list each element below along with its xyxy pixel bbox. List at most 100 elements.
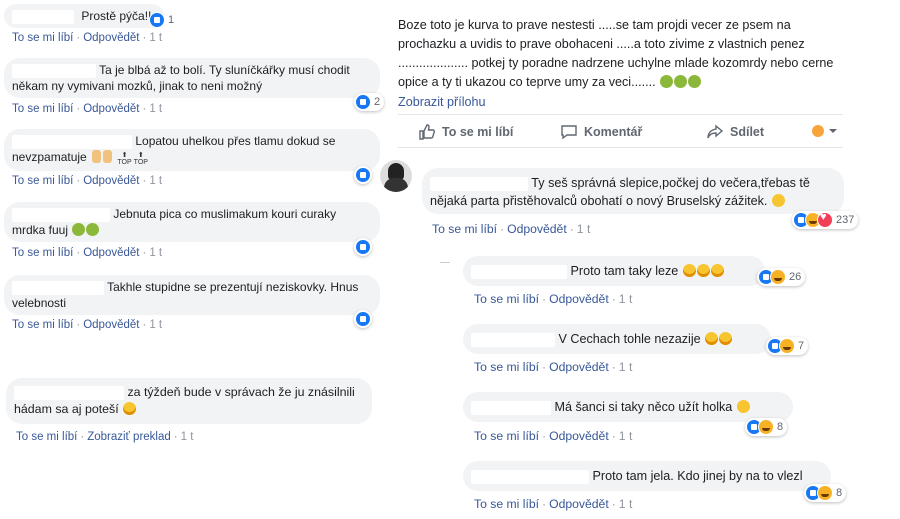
reaction-summary[interactable]: 8: [745, 418, 788, 436]
redacted-name: [430, 176, 528, 191]
reply-link[interactable]: Odpovědět: [83, 103, 139, 115]
like-link[interactable]: To se mi líbí: [12, 32, 73, 44]
timestamp[interactable]: 1 t: [619, 360, 633, 374]
laughing-emoji: [705, 332, 719, 345]
finger-emoji: [92, 150, 102, 163]
show-attachment-link[interactable]: Zobrazit přílohu: [398, 95, 486, 109]
redacted-name: [471, 469, 589, 484]
comment-text: Prostě pýča!!: [81, 9, 152, 23]
like-link[interactable]: To se mi líbí: [12, 175, 73, 187]
redacted-name: [12, 9, 74, 24]
reply-link[interactable]: Odpovědět: [83, 319, 139, 331]
like-icon: [149, 12, 165, 28]
haha-icon: [817, 485, 833, 501]
comment-actions: To se mi líbí · Odpovědět · 1 t: [12, 103, 163, 115]
share-button[interactable]: Sdílet: [706, 123, 764, 141]
like-link[interactable]: To se mi líbí: [474, 360, 539, 374]
comment-actions: To se mi líbí · Odpovědět · 1 t: [432, 222, 591, 236]
redacted-name: [471, 400, 551, 415]
like-link[interactable]: To se mi líbí: [16, 431, 77, 443]
comment-actions: To se mi líbí · Odpovědět · 1 t: [474, 292, 633, 306]
laughing-emoji: [719, 332, 733, 345]
reaction-summary[interactable]: [354, 166, 372, 184]
comment-bubble: Má šanci si taky něco užít holka: [463, 392, 793, 422]
timestamp[interactable]: 1 t: [619, 497, 633, 511]
comment-bubble: Prostě pýča!!: [4, 4, 164, 28]
timestamp[interactable]: 1 t: [149, 103, 162, 115]
comment-bubble: Ty seš správná slepice,počkej do večera,…: [422, 168, 844, 214]
comment-actions: To se mi líbí · Odpovědět · 1 t: [12, 32, 163, 44]
reaction-summary[interactable]: 1: [148, 11, 178, 29]
reaction-summary[interactable]: 237: [792, 211, 859, 229]
haha-icon: [770, 269, 786, 285]
like-link[interactable]: To se mi líbí: [12, 103, 73, 115]
redacted-name: [471, 332, 555, 347]
thumbs-up-icon: [419, 124, 435, 140]
reaction-summary[interactable]: [354, 310, 372, 328]
comment-bubble: Proto tam jela. Kdo jinej by na to vlezl: [463, 461, 831, 491]
sick-emoji: [674, 75, 688, 88]
redacted-name: [12, 207, 110, 222]
like-link[interactable]: To se mi líbí: [12, 247, 73, 259]
comment-bubble: V Cechach tohle nezazije: [463, 324, 771, 354]
comment-bubble: Proto tam taky leze: [463, 256, 765, 286]
comment-actions: To se mi líbí · Zobraziť preklad · 1 t: [16, 431, 194, 443]
finger-emoji: [103, 150, 113, 163]
reply-link[interactable]: Odpovědět: [507, 222, 567, 236]
comment-actions: To se mi líbí · Odpovědět · 1 t: [474, 360, 633, 374]
redacted-name: [12, 134, 132, 149]
audience-selector[interactable]: [810, 123, 844, 139]
smile-emoji: [736, 400, 750, 413]
reply-link[interactable]: Odpovědět: [83, 247, 139, 259]
reaction-summary[interactable]: 8: [804, 484, 847, 502]
reply-link[interactable]: Odpovědět: [549, 429, 609, 443]
love-icon: [817, 211, 833, 228]
timestamp[interactable]: 1 t: [149, 319, 162, 331]
sick-emoji: [72, 223, 86, 236]
comment-bubble: Jebnuta pica co muslimakum kouri curaky …: [4, 202, 380, 242]
rofl-emoji: [696, 264, 710, 277]
comment-text: Proto tam jela. Kdo jinej by na to vlezl: [592, 469, 803, 483]
like-icon: [355, 311, 371, 327]
timestamp[interactable]: 1 t: [149, 247, 162, 259]
timestamp[interactable]: 1 t: [577, 222, 591, 236]
comment-button[interactable]: Komentář: [560, 123, 642, 141]
timestamp[interactable]: 1 t: [149, 175, 162, 187]
like-link[interactable]: To se mi líbí: [474, 429, 539, 443]
reaction-summary[interactable]: 26: [757, 268, 806, 286]
like-link[interactable]: To se mi líbí: [474, 292, 539, 306]
haha-icon: [779, 338, 795, 354]
top-emoji: ⬆ TOP: [117, 152, 132, 166]
comment-text: Proto tam taky leze: [570, 264, 679, 278]
reply-link[interactable]: Odpovědět: [549, 292, 609, 306]
post-action-bar: To se mi líbí Komentář Sdílet: [398, 114, 843, 148]
timestamp[interactable]: 1 t: [619, 429, 633, 443]
rofl-emoji: [710, 264, 724, 277]
post-text: Boze toto je kurva to prave nestesti ...…: [398, 18, 834, 89]
timestamp[interactable]: 1 t: [181, 431, 194, 443]
avatar[interactable]: [380, 160, 412, 192]
comment-bubble: Takhle stupidne se prezentují neziskovky…: [4, 275, 380, 315]
timestamp[interactable]: 1 t: [149, 32, 162, 44]
reply-link[interactable]: Odpovědět: [83, 32, 139, 44]
redacted-name: [471, 264, 567, 279]
sun-chevron-icon: [812, 125, 837, 137]
reply-link[interactable]: Odpovědět: [549, 497, 609, 511]
reaction-summary[interactable]: 7: [766, 337, 809, 355]
comment-bubble: Ta je blbá až to bolí. Ty sluníčkářky mu…: [4, 58, 380, 98]
like-button[interactable]: To se mi líbí: [418, 123, 513, 141]
like-link[interactable]: To se mi líbí: [12, 319, 73, 331]
reply-link[interactable]: Odpovědět: [83, 175, 139, 187]
share-arrow-icon: [707, 124, 724, 139]
reaction-summary[interactable]: 2: [354, 93, 385, 111]
comment-text: Má šanci si taky něco užít holka: [554, 400, 733, 414]
reply-link[interactable]: Odpovědět: [549, 360, 609, 374]
reaction-summary[interactable]: [354, 238, 372, 256]
like-link[interactable]: To se mi líbí: [432, 222, 497, 236]
translate-link[interactable]: Zobraziť preklad: [87, 431, 171, 443]
timestamp[interactable]: 1 t: [619, 292, 633, 306]
sick-emoji: [688, 75, 702, 88]
like-link[interactable]: To se mi líbí: [474, 497, 539, 511]
comment-actions: To se mi líbí · Odpovědět · 1 t: [12, 175, 163, 187]
comment-bubble: Lopatou uhelkou přes tlamu dokud se nevz…: [4, 129, 380, 171]
